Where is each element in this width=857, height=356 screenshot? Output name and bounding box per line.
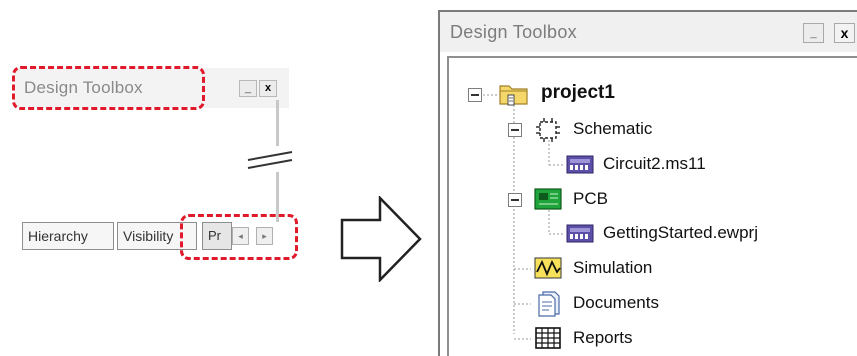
project-collapse-toggle[interactable] (468, 88, 482, 102)
design-toolbox-title: Design Toolbox (450, 22, 577, 42)
pcb-collapse-toggle[interactable] (508, 193, 522, 207)
minimize-button[interactable]: _ (803, 23, 824, 43)
collapsed-panel-edge-top (276, 100, 279, 146)
design-toolbox-panel: Design Toolbox _ x project1 Schematic Ci… (438, 10, 857, 356)
highlight-tab-scroll-box (180, 214, 298, 260)
project-folder-icon[interactable] (497, 80, 531, 108)
circuit-file-icon[interactable] (565, 220, 595, 246)
tree-label-documents[interactable]: Documents (573, 293, 659, 313)
waveform-icon[interactable] (533, 255, 563, 281)
schematic-collapse-toggle[interactable] (508, 123, 522, 137)
close-button[interactable]: x (834, 23, 855, 43)
report-grid-icon[interactable] (533, 325, 563, 351)
tree-label-reports[interactable]: Reports (573, 328, 633, 348)
document-icon[interactable] (535, 288, 563, 318)
pcb-board-icon[interactable] (533, 186, 563, 212)
panel-break-mark (247, 151, 293, 169)
tree-label-pcb[interactable]: PCB (573, 189, 608, 209)
tree-label-project1[interactable]: project1 (541, 82, 615, 104)
schematic-chip-icon[interactable] (533, 116, 563, 144)
tree-label-simulation[interactable]: Simulation (573, 258, 652, 278)
circuit-file-icon[interactable] (565, 151, 595, 177)
transition-arrow-icon (340, 196, 422, 282)
highlight-title-box (12, 66, 205, 110)
collapsed-minimize-button[interactable]: _ (239, 80, 257, 97)
tree-label-gettingstarted[interactable]: GettingStarted.ewprj (603, 223, 758, 243)
tree-label-schematic[interactable]: Schematic (573, 119, 652, 139)
tree-label-circuit2[interactable]: Circuit2.ms11 (603, 154, 706, 174)
tab-hierarchy[interactable]: Hierarchy (22, 222, 114, 250)
collapsed-close-button[interactable]: x (259, 80, 277, 97)
project-tree: project1 Schematic Circuit2.ms11 PCB Get… (447, 56, 857, 356)
